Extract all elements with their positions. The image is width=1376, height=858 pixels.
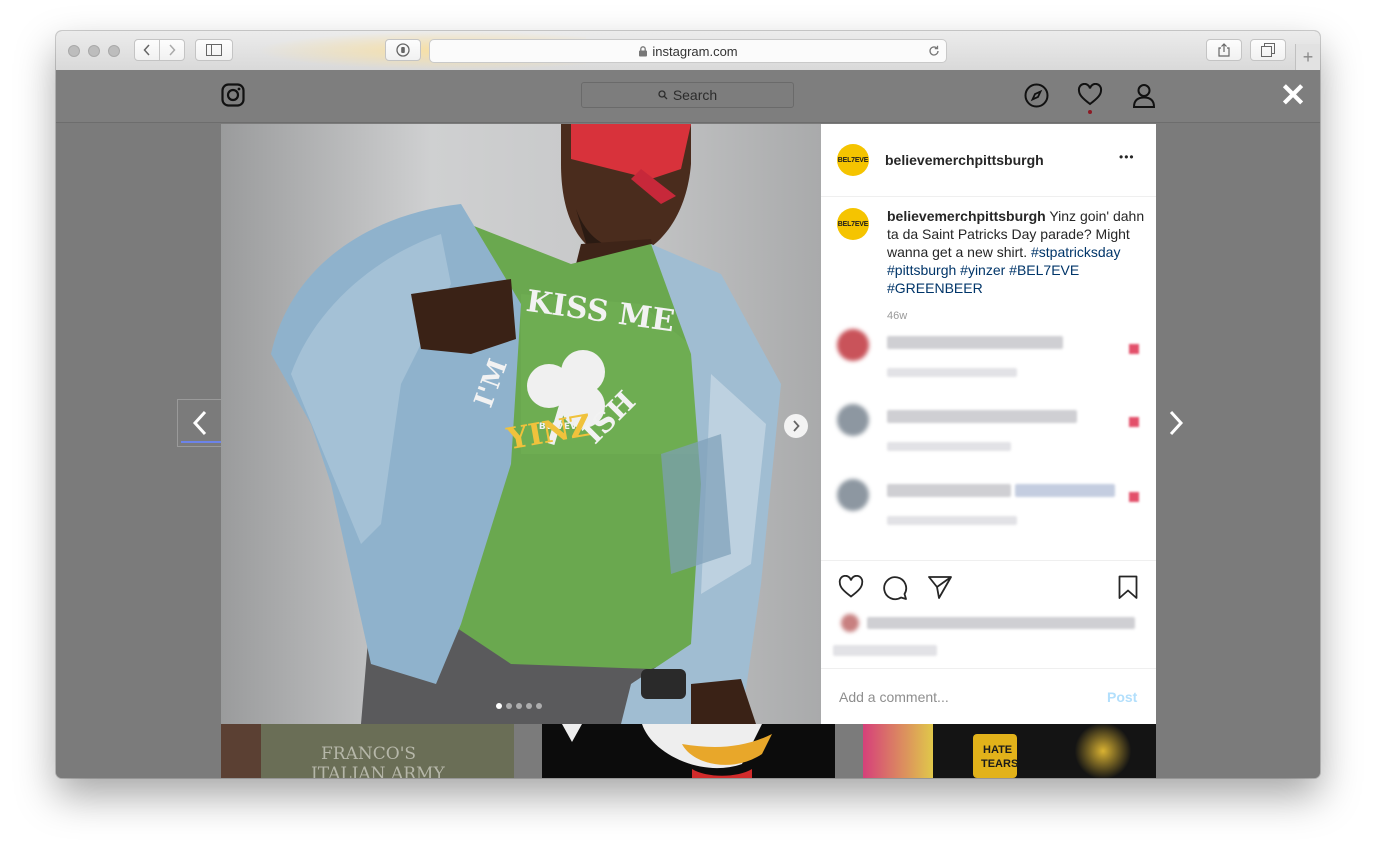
carousel-dot [526, 703, 532, 709]
chevron-right-icon [169, 44, 176, 56]
prev-post-arrow-icon[interactable] [192, 410, 208, 436]
chevron-right-icon [793, 420, 800, 432]
plus-icon: + [1302, 46, 1314, 67]
notification-dot [1088, 110, 1092, 114]
comment-text-redacted [887, 484, 1011, 497]
url-text: instagram.com [652, 43, 738, 59]
comment-text-redacted [887, 410, 1077, 423]
address-bar[interactable]: instagram.com [429, 39, 947, 63]
thumb-3-emblem [1073, 724, 1133, 778]
caption-timestamp: 46w [887, 310, 908, 322]
cartoon-duck-graphic [562, 724, 772, 778]
tabs-icon [1261, 43, 1275, 57]
privacy-report-button[interactable] [385, 39, 421, 61]
post-comment-button[interactable]: Post [1107, 689, 1137, 705]
comment-input[interactable]: Add a comment... [839, 689, 949, 705]
thumbnail-2[interactable] [542, 724, 835, 778]
actions-divider [821, 560, 1156, 561]
tab-overview-button[interactable] [1250, 39, 1286, 61]
zoom-window-button[interactable] [108, 45, 120, 57]
share-icon [1218, 43, 1230, 57]
add-comment-bar: Add a comment... Post [821, 668, 1156, 725]
profile-icon[interactable] [1132, 83, 1156, 108]
thumb-3-text-line1: HATE [983, 744, 1013, 756]
comment-avatar [837, 479, 869, 511]
caption-avatar[interactable]: BEL7EVE [837, 208, 869, 240]
search-icon [658, 90, 668, 100]
post-panel: BEL7EVE believemerchpittsburgh ••• BEL7E… [821, 124, 1156, 724]
carousel-dot [506, 703, 512, 709]
carousel-dots [496, 703, 542, 709]
comment-meta-redacted [887, 442, 1011, 451]
share-button[interactable] [1206, 39, 1242, 61]
sidebar-icon [206, 44, 222, 56]
caption-username[interactable]: believemerchpittsburgh [887, 208, 1046, 224]
close-icon: ✕ [1279, 77, 1307, 113]
reload-icon[interactable] [928, 45, 940, 57]
forward-button[interactable] [159, 39, 185, 61]
carousel-dot [536, 703, 542, 709]
safari-window: instagram.com + Search ✕ KISS ME I'M BEL… [56, 31, 1320, 778]
liker-avatar [841, 614, 859, 632]
thumbnail-1[interactable]: FRANCO'S ITALIAN ARMY [221, 724, 514, 778]
sidebar-button[interactable] [195, 39, 233, 61]
post-date-redacted [833, 645, 937, 656]
comment-meta-redacted [887, 368, 1017, 377]
lock-icon [639, 45, 648, 56]
comment-text-redacted [887, 336, 1063, 349]
thumb-3-color-block [863, 724, 933, 778]
comment-icon[interactable] [882, 575, 908, 601]
instagram-page: Search ✕ KISS ME I'M BEL7EVE YINZ ISH BE… [56, 70, 1320, 778]
thumb-arm [221, 724, 261, 778]
chevron-left-icon [143, 44, 150, 56]
post-avatar[interactable]: BEL7EVE [837, 144, 869, 176]
comment-avatar [837, 404, 869, 436]
compass-icon[interactable] [1024, 83, 1049, 108]
instagram-header: Search ✕ [56, 70, 1320, 123]
close-window-button[interactable] [68, 45, 80, 57]
carousel-dot [516, 703, 522, 709]
share-post-icon[interactable] [927, 575, 953, 599]
thumb-3-mug [973, 734, 1017, 778]
post-header: BEL7EVE believemerchpittsburgh ••• [821, 124, 1156, 197]
next-post-arrow-icon[interactable] [1168, 410, 1184, 436]
comment-avatar [837, 329, 869, 361]
privacy-shield-icon [396, 43, 410, 57]
focus-underline [181, 441, 223, 443]
like-icon[interactable] [838, 575, 864, 599]
likes-text-redacted [867, 617, 1135, 629]
new-tab-button[interactable]: + [1295, 44, 1320, 70]
bookmark-icon[interactable] [1118, 575, 1138, 600]
comment-like-icon[interactable] [1129, 417, 1139, 427]
thumb-3-text-line2: TEARS [981, 758, 1019, 770]
post-photo: KISS ME I'M BEL7EVE YINZ ISH [221, 124, 821, 724]
caption: believemerchpittsburgh Yinz goin' dahn t… [887, 207, 1147, 297]
thumb-1-text-line1: FRANCO'S [321, 744, 417, 764]
carousel-dot-active [496, 703, 502, 709]
minimize-window-button[interactable] [88, 45, 100, 57]
thumb-1-text-line2: ITALIAN ARMY [311, 764, 445, 778]
post-username[interactable]: believemerchpittsburgh [885, 152, 1044, 168]
next-image-button[interactable] [784, 414, 808, 438]
search-input[interactable]: Search [581, 82, 794, 108]
close-modal-button[interactable]: ✕ [1278, 77, 1308, 113]
comment-mention-redacted [1015, 484, 1115, 497]
heart-icon[interactable] [1077, 83, 1103, 107]
comment-like-icon[interactable] [1129, 492, 1139, 502]
comment-meta-redacted [887, 516, 1017, 525]
thumbnail-3[interactable]: HATE TEARS [863, 724, 1156, 778]
search-placeholder: Search [672, 87, 718, 103]
back-button[interactable] [134, 39, 160, 61]
instagram-logo-icon[interactable] [221, 83, 245, 107]
comment-like-icon[interactable] [1129, 344, 1139, 354]
more-options-icon[interactable]: ••• [1119, 150, 1135, 164]
man-in-green-shirt-image: KISS ME I'M BEL7EVE YINZ ISH [271, 124, 781, 724]
browser-toolbar: instagram.com + [56, 31, 1320, 71]
